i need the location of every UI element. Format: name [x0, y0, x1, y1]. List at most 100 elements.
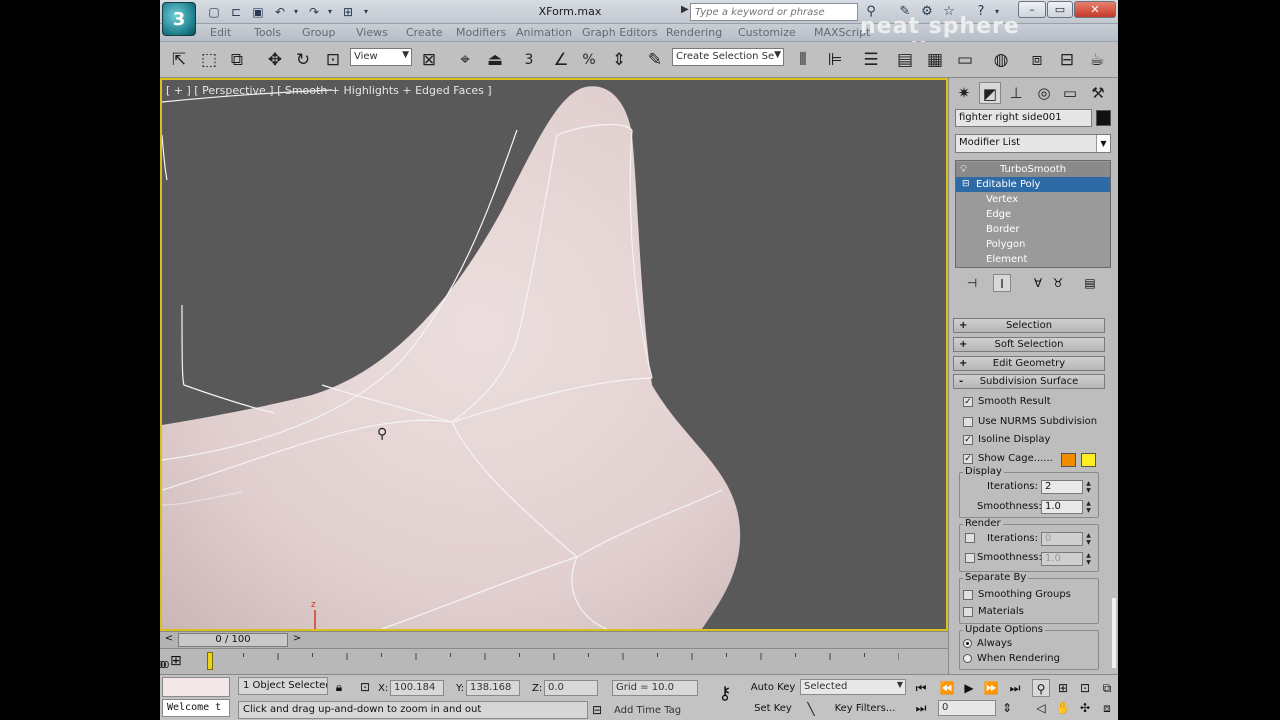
object-name-field[interactable]: fighter right side001	[955, 109, 1092, 127]
time-slider-prev-button[interactable]: <	[162, 633, 176, 644]
time-slider-thumb[interactable]: 0 / 100	[178, 633, 288, 647]
show-end-result-icon[interactable]: I	[993, 274, 1011, 292]
menu-tools[interactable]: Tools	[254, 26, 281, 39]
key-mode-dropdown[interactable]: Selected ▼	[800, 679, 906, 695]
show-cage-checkbox[interactable]: ✓ Show Cage......	[963, 453, 1053, 467]
spinner-snap-icon[interactable]: ⇕	[608, 49, 630, 71]
smoothing-groups-checkbox[interactable]: Smoothing Groups	[963, 589, 1071, 603]
render-setup-icon[interactable]: ⧈	[1026, 49, 1048, 71]
menu-rendering[interactable]: Rendering	[666, 26, 722, 39]
configure-modifier-sets-icon[interactable]: ▤	[1081, 274, 1099, 292]
render-smoothness-spinner[interactable]: 1.0	[1041, 552, 1083, 566]
zoom-all-icon[interactable]: ⊞	[1054, 679, 1072, 697]
search-input[interactable]	[690, 3, 858, 21]
align-icon[interactable]: ⊫	[824, 49, 846, 71]
go-to-end-icon[interactable]: ⏭	[1006, 679, 1024, 697]
display-tab-icon[interactable]: ▭	[1059, 82, 1081, 104]
rectangular-selection-icon[interactable]: ⬚	[198, 49, 220, 71]
spinner-arrows-icon[interactable]: ▲ ▼	[1084, 552, 1093, 566]
checkbox-checked-icon[interactable]: ✓	[963, 434, 973, 445]
radio-selected-icon[interactable]	[963, 639, 972, 648]
modify-tab-icon[interactable]: ◩	[979, 82, 1001, 104]
select-object-icon[interactable]: ⇱	[168, 49, 190, 71]
search-expand-icon[interactable]: ▶	[681, 4, 689, 15]
render-iterations-checkbox[interactable]	[965, 533, 975, 543]
render-iterations-spinner[interactable]: 0	[1041, 532, 1083, 546]
x-coordinate-field[interactable]: 100.184	[390, 680, 444, 696]
schematic-view-icon[interactable]: ▭	[954, 49, 976, 71]
app-logo-button[interactable]: 3	[162, 2, 196, 36]
move-icon[interactable]: ✥	[264, 49, 286, 71]
time-slider[interactable]: < 0 / 100 >	[160, 631, 948, 648]
rollout-subdivision-surface[interactable]: - Subdivision Surface	[953, 374, 1105, 389]
quick-access-dropdown-icon[interactable]: ▾	[358, 4, 374, 20]
hierarchy-tab-icon[interactable]: ⊥	[1005, 82, 1027, 104]
maximize-viewport-toggle-icon[interactable]: ⧈	[1098, 699, 1116, 717]
reference-coordinate-dropdown[interactable]: View ▼	[350, 48, 412, 66]
z-coordinate-field[interactable]: 0.0	[544, 680, 598, 696]
stack-item-turbosmooth[interactable]: 💡︎ TurboSmooth	[956, 162, 1110, 177]
remove-modifier-icon[interactable]: ♉	[1049, 274, 1067, 292]
field-of-view-icon[interactable]: ◁	[1032, 699, 1050, 717]
keyboard-shortcut-override-icon[interactable]: ⏏	[484, 49, 506, 71]
rotate-icon[interactable]: ↻	[292, 49, 314, 71]
auto-key-button[interactable]: Auto Key	[748, 679, 798, 697]
curve-editor-icon[interactable]: ▦	[924, 49, 946, 71]
set-key-icon[interactable]: ⚷	[716, 685, 734, 703]
checkbox-unchecked-icon[interactable]	[963, 606, 973, 617]
stack-item-vertex[interactable]: Vertex	[956, 192, 1110, 207]
undo-dropdown-icon[interactable]: ▾	[288, 4, 304, 20]
update-when-rendering-radio[interactable]: When Rendering	[963, 653, 1060, 667]
isoline-display-checkbox[interactable]: ✓ Isoline Display	[963, 434, 1050, 448]
time-configuration-icon[interactable]: ⇕	[998, 699, 1016, 717]
key-filter-curve-icon[interactable]: ╲	[802, 700, 820, 718]
spinner-arrows-icon[interactable]: ▲ ▼	[1084, 532, 1093, 546]
previous-frame-icon[interactable]: ⏪	[938, 679, 956, 697]
stack-item-border[interactable]: Border	[956, 222, 1110, 237]
window-crossing-icon[interactable]: ⧉	[226, 49, 248, 71]
edit-named-selection-icon[interactable]: ✎	[644, 49, 666, 71]
checkbox-checked-icon[interactable]: ✓	[963, 453, 973, 464]
zoom-extents-all-icon[interactable]: ⧉	[1098, 679, 1116, 697]
pin-stack-icon[interactable]: ⊣	[963, 274, 981, 292]
layer-manager-icon[interactable]: ☰	[860, 49, 882, 71]
redo-dropdown-icon[interactable]: ▾	[322, 4, 338, 20]
smooth-result-checkbox[interactable]: ✓ Smooth Result	[963, 396, 1051, 410]
zoom-extents-icon[interactable]: ⊡	[1076, 679, 1094, 697]
spinner-arrows-icon[interactable]: ▲ ▼	[1084, 500, 1093, 514]
command-panel-scrollbar[interactable]	[1112, 598, 1116, 668]
menu-create[interactable]: Create	[406, 26, 443, 39]
spinner-arrows-icon[interactable]: ▲ ▼	[1084, 480, 1093, 494]
current-frame-marker[interactable]	[207, 652, 213, 670]
rendered-frame-window-icon[interactable]: ⊟	[1056, 49, 1078, 71]
rollout-selection[interactable]: + Selection	[953, 318, 1105, 333]
collapse-minus-icon[interactable]: ⊟	[962, 177, 970, 192]
cage-color-1-swatch[interactable]	[1061, 453, 1076, 467]
mini-curve-editor-icon[interactable]: ⊞	[170, 653, 182, 669]
project-folder-icon[interactable]: ⊞	[340, 4, 356, 20]
open-file-icon[interactable]: ⊏	[228, 4, 244, 20]
object-color-swatch[interactable]	[1096, 110, 1111, 126]
menu-group[interactable]: Group	[302, 26, 336, 39]
checkbox-unchecked-icon[interactable]	[963, 416, 973, 427]
maxscript-listener-mini[interactable]	[162, 677, 230, 697]
perspective-viewport[interactable]: [ + ] [ Perspective ] [ Smooth + Highlig…	[160, 78, 948, 631]
create-tab-icon[interactable]: ✷	[953, 82, 975, 104]
percent-snap-icon[interactable]: %	[578, 49, 600, 71]
absolute-mode-transform-icon[interactable]: ⊡	[356, 678, 374, 696]
key-filters-button[interactable]: Key Filters...	[828, 700, 902, 718]
menu-graph-editors[interactable]: Graph Editors	[582, 26, 658, 39]
lightbulb-icon[interactable]: 💡︎	[960, 162, 967, 177]
selection-lock-icon[interactable]: 🔒︎	[330, 678, 348, 696]
y-coordinate-field[interactable]: 138.168	[466, 680, 520, 696]
time-tag-icon[interactable]: ⊟	[588, 701, 606, 719]
add-time-tag-button[interactable]: Add Time Tag	[610, 703, 698, 719]
cage-color-2-swatch[interactable]	[1081, 453, 1096, 467]
rollout-edit-geometry[interactable]: + Edit Geometry	[953, 356, 1105, 371]
snaps-toggle-icon[interactable]: 3	[518, 49, 540, 71]
menu-animation[interactable]: Animation	[516, 26, 572, 39]
undo-icon[interactable]: ↶	[272, 4, 288, 20]
time-slider-next-button[interactable]: >	[290, 633, 304, 644]
orbit-icon[interactable]: ✣	[1076, 699, 1094, 717]
angle-snap-icon[interactable]: ∠	[550, 49, 572, 71]
